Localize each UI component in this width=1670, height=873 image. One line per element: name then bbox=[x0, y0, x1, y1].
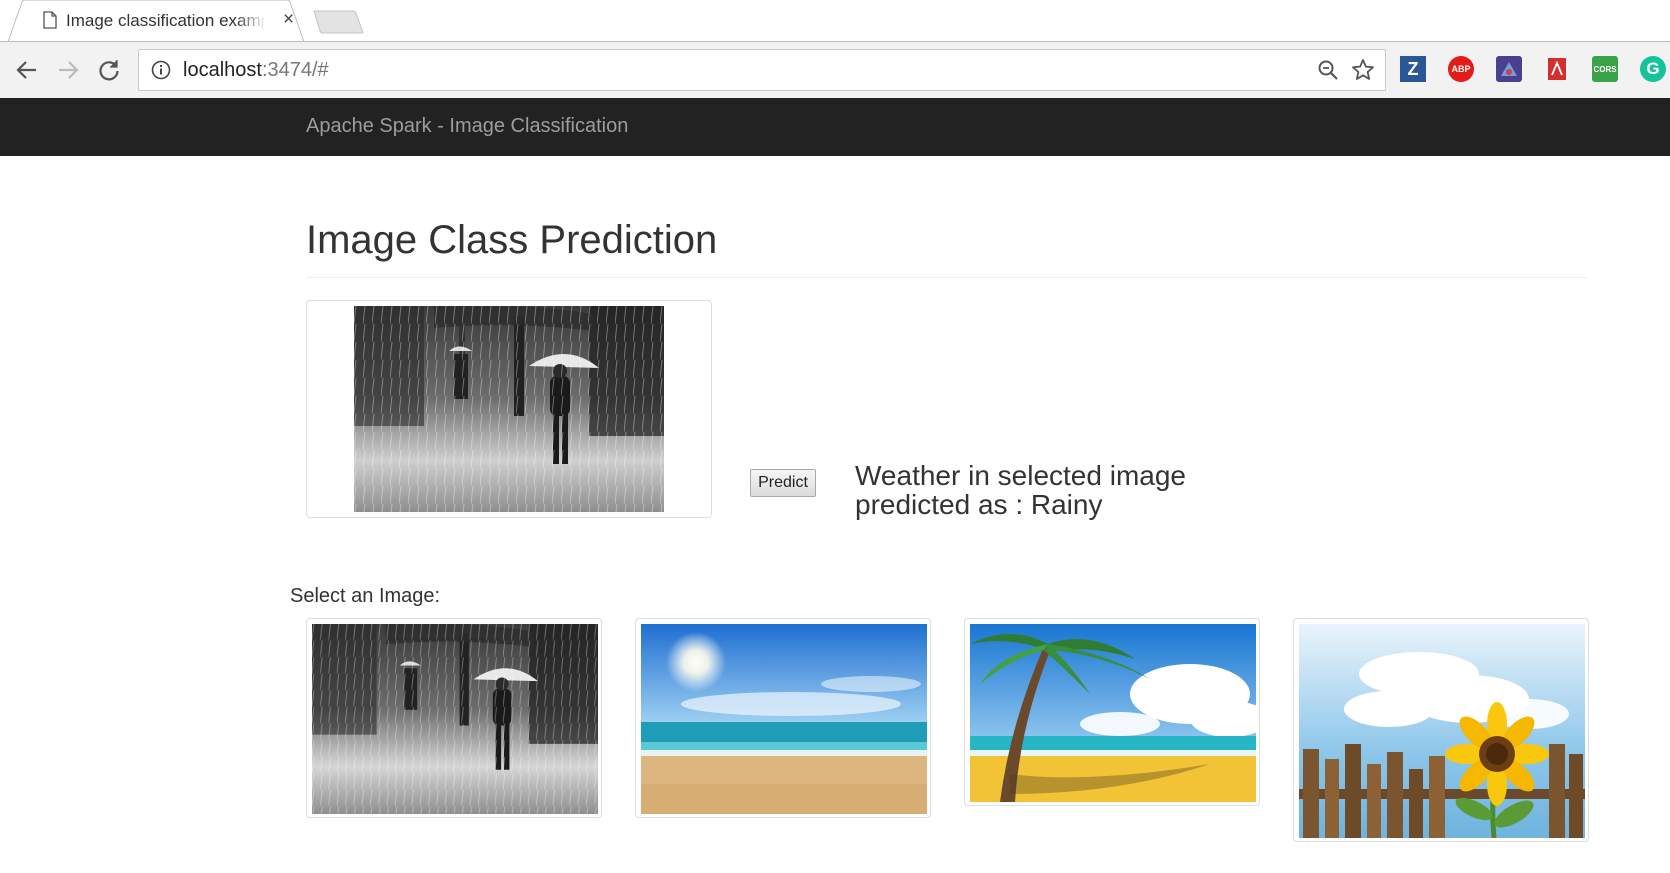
sunny-beach-thumbnail-image bbox=[641, 624, 927, 814]
prediction-result-line1: Weather in selected image bbox=[855, 460, 1186, 491]
page-title: Image Class Prediction bbox=[306, 218, 718, 262]
sunflower-fence-thumbnail-image bbox=[1299, 624, 1585, 838]
site-navbar: Apache Spark - Image Classification bbox=[0, 98, 1670, 156]
tab-strip: Image classification example × bbox=[0, 0, 1670, 43]
selected-rainy-image bbox=[354, 306, 664, 512]
zoom-icon[interactable] bbox=[1317, 59, 1339, 81]
thumbnail-sunny-beach[interactable] bbox=[635, 618, 931, 818]
back-arrow-icon[interactable] bbox=[14, 57, 40, 83]
tab-title: Image classification example bbox=[66, 11, 266, 31]
tropical-beach-thumbnail-image bbox=[970, 624, 1256, 802]
predict-button[interactable]: Predict bbox=[750, 469, 816, 497]
rainy-thumbnail-image bbox=[312, 624, 598, 814]
close-icon[interactable]: × bbox=[283, 10, 294, 30]
zotero-extension-icon[interactable]: Z bbox=[1400, 56, 1426, 82]
browser-tab-active[interactable]: Image classification example × bbox=[8, 0, 308, 43]
url-path: :3474/# bbox=[261, 59, 329, 81]
adblock-plus-extension-icon[interactable]: ABP bbox=[1448, 56, 1474, 82]
url-text: localhost:3474/# bbox=[183, 59, 329, 82]
prediction-result: Weather in selected image predicted as :… bbox=[855, 461, 1215, 519]
forward-arrow-icon[interactable] bbox=[55, 57, 81, 83]
info-icon[interactable] bbox=[151, 60, 171, 80]
thumbnail-tropical-beach[interactable] bbox=[964, 618, 1260, 806]
browser-toolbar: localhost:3474/# Z ABP CORS G bbox=[0, 42, 1670, 98]
reload-icon[interactable] bbox=[96, 57, 122, 83]
url-host: localhost bbox=[183, 59, 262, 81]
navbar-brand[interactable]: Apache Spark - Image Classification bbox=[306, 115, 628, 138]
new-tab-button[interactable] bbox=[312, 10, 364, 34]
prediction-result-line2: predicted as : Rainy bbox=[855, 489, 1103, 520]
title-divider bbox=[306, 277, 1588, 278]
thumbnail-rainy[interactable] bbox=[306, 618, 602, 818]
bookmark-star-icon[interactable] bbox=[1351, 58, 1375, 82]
pdf-extension-icon[interactable] bbox=[1544, 56, 1570, 82]
select-image-label: Select an Image: bbox=[290, 585, 441, 607]
cors-extension-icon[interactable]: CORS bbox=[1592, 56, 1618, 82]
selected-image-frame bbox=[306, 300, 712, 518]
thumbnail-sunflower-fence[interactable] bbox=[1293, 618, 1589, 842]
address-bar[interactable]: localhost:3474/# bbox=[138, 49, 1386, 91]
spy-extension-icon[interactable] bbox=[1496, 56, 1522, 82]
grammarly-extension-icon[interactable]: G bbox=[1640, 56, 1666, 82]
document-icon bbox=[43, 11, 57, 29]
